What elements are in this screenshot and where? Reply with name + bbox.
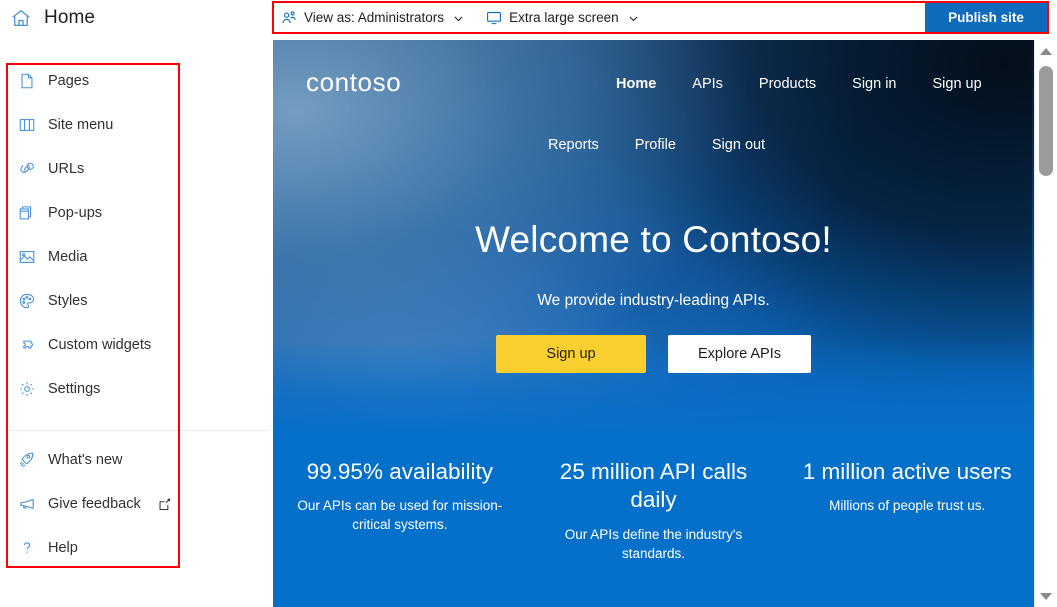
image-picture-icon	[18, 248, 36, 266]
sidebar-item-urls[interactable]: URLs	[8, 153, 270, 185]
stat-description: Our APIs can be used for mission-critica…	[297, 498, 503, 533]
puzzle-piece-icon	[18, 336, 36, 354]
sidebar-item-label: Pop-ups	[48, 205, 103, 221]
hero-content: Welcome to Contoso! We provide industry-…	[273, 219, 1034, 373]
site-nav-link-reports[interactable]: Reports	[530, 133, 617, 157]
sidebar-item-settings[interactable]: Settings	[8, 373, 270, 405]
site-preview-frame: contoso Home APIs Products Sign in Sign …	[273, 40, 1034, 607]
site-nav-link-profile[interactable]: Profile	[617, 133, 694, 157]
paint-palette-icon	[18, 292, 36, 310]
stat-card-active-users: 1 million active users Millions of peopl…	[780, 458, 1034, 607]
book-open-icon	[18, 116, 36, 134]
page-document-icon	[18, 72, 36, 90]
chevron-down-icon	[628, 12, 639, 23]
site-nav-link-sign-in[interactable]: Sign in	[834, 72, 914, 96]
sidebar-divider	[10, 430, 268, 431]
monitor-screen-icon	[486, 10, 502, 26]
sidebar-item-give-feedback[interactable]: Give feedback	[8, 488, 270, 520]
sidebar-item-styles[interactable]: Styles	[8, 285, 270, 317]
link-chain-icon	[18, 160, 36, 178]
gear-icon	[18, 380, 36, 398]
stat-value: 99.95% availability	[306, 459, 494, 484]
sidebar-item-help[interactable]: Help	[8, 532, 270, 564]
view-as-label: View as: Administrators	[304, 10, 445, 25]
home-header[interactable]: Home	[10, 7, 95, 29]
sidebar-item-media[interactable]: Media	[8, 241, 270, 273]
site-nav-link-products[interactable]: Products	[741, 72, 834, 96]
sidebar-item-label: Media	[48, 249, 88, 265]
hero-action-buttons: Sign up Explore APIs	[273, 334, 1034, 373]
sidebar-item-label: Help	[48, 540, 78, 556]
site-nav-row-primary: Home APIs Products Sign in Sign up	[598, 72, 1000, 96]
site-brand-logo[interactable]: contoso	[306, 67, 401, 98]
question-mark-icon	[18, 539, 36, 557]
sidebar-item-label: What's new	[48, 452, 123, 468]
sidebar-item-label: Settings	[48, 381, 101, 397]
screen-size-dropdown[interactable]: Extra large screen	[479, 4, 646, 31]
scroll-down-arrow-icon[interactable]	[1035, 587, 1057, 605]
left-navigation-pane: Home Pages Site menu URLs Pop-ups Media …	[0, 0, 272, 607]
home-icon	[10, 7, 32, 29]
sidebar-item-label: Styles	[48, 293, 88, 309]
stat-value: 25 million API calls daily	[559, 459, 748, 513]
site-nav-link-home[interactable]: Home	[598, 72, 674, 96]
stat-description: Our APIs define the industry's standards…	[564, 526, 743, 561]
sidebar-item-whats-new[interactable]: What's new	[8, 444, 270, 476]
scroll-up-arrow-icon[interactable]	[1035, 42, 1057, 60]
publish-site-button[interactable]: Publish site	[925, 3, 1047, 32]
contact-person-icon	[281, 10, 297, 26]
home-title: Home	[44, 7, 96, 28]
sidebar-item-pop-ups[interactable]: Pop-ups	[8, 197, 270, 229]
site-nav-link-sign-out[interactable]: Sign out	[694, 133, 783, 157]
stat-value: 1 million active users	[802, 459, 1012, 484]
sidebar-primary-list: Pages Site menu URLs Pop-ups Media Style…	[8, 65, 270, 417]
hero-subtitle: We provide industry-leading APIs.	[537, 291, 770, 309]
hero-explore-apis-button[interactable]: Explore APIs	[668, 334, 811, 373]
site-nav-row-secondary: Reports Profile Sign out	[530, 133, 783, 157]
sidebar-item-label: Give feedback	[48, 496, 141, 512]
sidebar-item-site-menu[interactable]: Site menu	[8, 109, 270, 141]
site-nav-link-sign-up[interactable]: Sign up	[915, 72, 1000, 96]
stat-card-api-calls: 25 million API calls daily Our APIs defi…	[527, 458, 781, 607]
sidebar-item-pages[interactable]: Pages	[8, 65, 270, 97]
stat-card-availability: 99.95% availability Our APIs can be used…	[273, 458, 527, 607]
statistics-band: 99.95% availability Our APIs can be used…	[273, 436, 1034, 607]
open-in-new-window-icon	[158, 497, 171, 511]
preview-toolbar: View as: Administrators Extra large scre…	[274, 3, 1047, 32]
preview-vertical-scrollbar[interactable]	[1034, 40, 1057, 607]
copy-windows-icon	[18, 204, 36, 222]
scrollbar-thumb[interactable]	[1039, 66, 1053, 176]
sidebar-item-label: Site menu	[48, 117, 114, 133]
hero-sign-up-button[interactable]: Sign up	[496, 334, 646, 373]
hero-title: Welcome to Contoso!	[475, 219, 832, 260]
view-as-dropdown[interactable]: View as: Administrators	[274, 4, 471, 31]
sidebar-item-custom-widgets[interactable]: Custom widgets	[8, 329, 270, 361]
site-nav-link-apis[interactable]: APIs	[674, 72, 741, 96]
stat-description: Millions of people trust us.	[829, 498, 986, 514]
sidebar-item-label: Pages	[48, 73, 90, 89]
rocket-icon	[18, 451, 36, 469]
screen-size-label: Extra large screen	[509, 10, 619, 25]
megaphone-icon	[18, 495, 36, 513]
chevron-down-icon	[453, 12, 464, 23]
sidebar-item-label: URLs	[48, 161, 85, 177]
sidebar-item-label: Custom widgets	[48, 337, 152, 353]
sidebar-secondary-list: What's new Give feedback Help	[8, 444, 270, 576]
